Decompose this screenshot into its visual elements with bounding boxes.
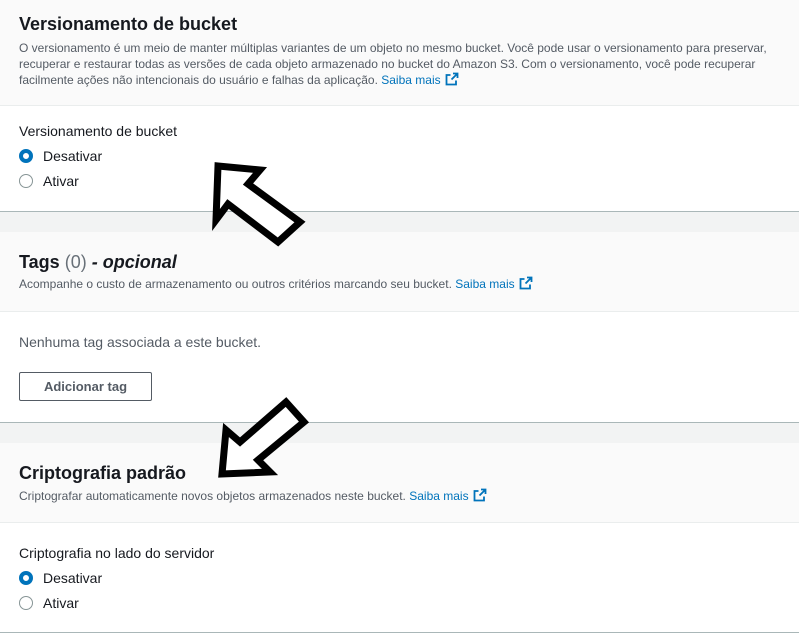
tags-count: (0) [64, 252, 87, 272]
encryption-panel: Criptografia padrão Criptografar automat… [0, 443, 799, 634]
versioning-radio-enable[interactable]: Ativar [19, 173, 79, 189]
arrow-down-left-icon [218, 397, 310, 478]
versioning-field-label: Versionamento de bucket [19, 123, 177, 139]
external-link-icon [473, 488, 487, 502]
versioning-radio-enable-label: Ativar [43, 173, 79, 189]
section-divider [0, 422, 799, 443]
encryption-learn-more-label: Saiba mais [409, 489, 469, 503]
radio-checked-icon[interactable] [19, 149, 33, 163]
encryption-description: Criptografar automaticamente novos objet… [19, 488, 487, 504]
encryption-header: Criptografia padrão Criptografar automat… [0, 443, 799, 523]
tags-learn-more-label: Saiba mais [455, 277, 515, 291]
encryption-radio-disable-label: Desativar [43, 570, 103, 586]
encryption-description-text: Criptografar automaticamente novos objet… [19, 489, 406, 503]
bottom-border [0, 632, 799, 633]
versioning-learn-more-label: Saiba mais [381, 73, 441, 87]
arrow-up-left-icon [212, 162, 306, 247]
tags-empty-text: Nenhuma tag associada a este bucket. [19, 334, 262, 350]
tags-panel: Tags (0) - opcional Acompanhe o custo de… [0, 232, 799, 422]
encryption-title: Criptografia padrão [19, 463, 187, 483]
versioning-radio-disable-label: Desativar [43, 148, 103, 164]
add-tag-button[interactable]: Adicionar tag [19, 372, 152, 401]
radio-unchecked-icon[interactable] [19, 174, 33, 188]
tags-optional: - opcional [91, 252, 177, 272]
encryption-radio-enable[interactable]: Ativar [19, 595, 79, 611]
section-divider [0, 211, 799, 232]
encryption-radio-enable-label: Ativar [43, 595, 79, 611]
tags-title-text: Tags [19, 252, 60, 272]
versioning-description: O versionamento é um meio de manter múlt… [19, 40, 779, 88]
versioning-panel: Versionamento de bucket O versionamento … [0, 0, 799, 211]
tags-learn-more-link[interactable]: Saiba mais [455, 276, 533, 291]
radio-checked-icon[interactable] [19, 571, 33, 585]
tags-title: Tags (0) - opcional [19, 252, 177, 273]
versioning-title: Versionamento de bucket [19, 14, 238, 34]
encryption-learn-more-link[interactable]: Saiba mais [409, 488, 487, 503]
versioning-header: Versionamento de bucket O versionamento … [0, 0, 799, 106]
versioning-radio-disable[interactable]: Desativar [19, 148, 102, 164]
encryption-radio-disable[interactable]: Desativar [19, 570, 102, 586]
tags-description: Acompanhe o custo de armazenamento ou ou… [19, 276, 533, 292]
tags-description-text: Acompanhe o custo de armazenamento ou ou… [19, 277, 452, 291]
versioning-learn-more-link[interactable]: Saiba mais [381, 72, 459, 87]
encryption-field-label: Criptografia no lado do servidor [19, 545, 215, 561]
external-link-icon [445, 72, 459, 86]
external-link-icon [519, 276, 533, 290]
tags-header: Tags (0) - opcional Acompanhe o custo de… [0, 232, 799, 312]
radio-unchecked-icon[interactable] [19, 596, 33, 610]
